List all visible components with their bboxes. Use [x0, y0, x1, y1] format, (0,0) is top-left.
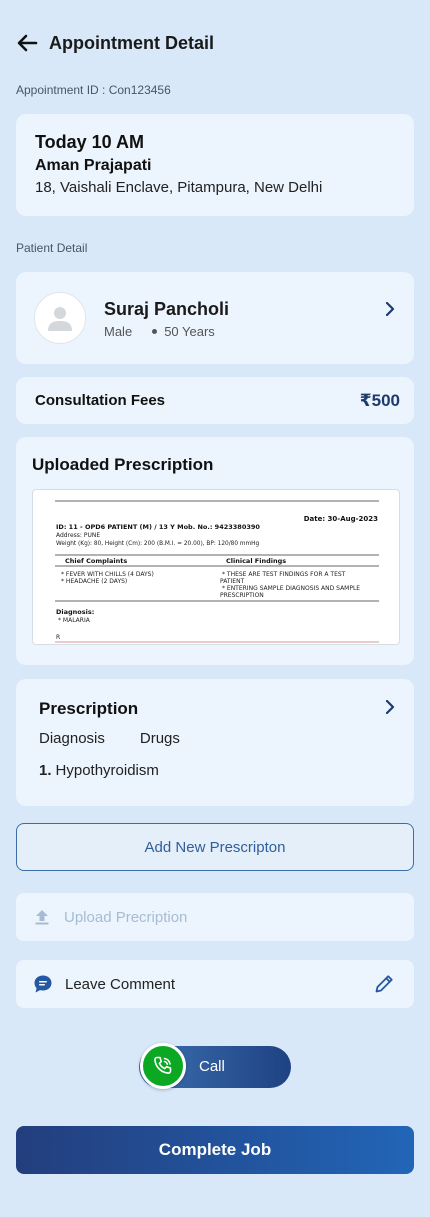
doc-vitals: Weight (Kg): 80, Height (Cm): 200 (B.M.I…: [56, 541, 260, 547]
doc-rx: R: [56, 634, 60, 641]
doc-col-left: Chief Complaints: [65, 557, 127, 565]
phone-icon[interactable]: [140, 1043, 186, 1089]
separator-dot: [152, 329, 158, 334]
upload-prescription-label: Upload Precription: [64, 908, 188, 926]
appointment-name: Aman Prajapati: [35, 157, 152, 174]
arrow-left-icon[interactable]: [16, 32, 38, 54]
patient-name: Suraj Pancholi: [104, 299, 230, 319]
uploaded-prescription-title: Uploaded Prescription: [32, 455, 214, 474]
prescription-columns: Diagnosis Drugs: [39, 730, 180, 747]
doc-diagnosis: * MALARIA: [58, 617, 91, 624]
appointment-time: Today 10 AM: [35, 132, 145, 152]
doc-diagnosis-label: Diagnosis:: [56, 608, 94, 616]
fees-value: ₹500: [359, 390, 400, 410]
list-item-number: 1.: [39, 762, 52, 779]
complete-job-button[interactable]: Complete Job: [16, 1126, 414, 1174]
comment-icon: [33, 974, 53, 994]
doc-address: Address: PUNE: [56, 532, 100, 539]
leave-comment-field[interactable]: Leave Comment: [16, 960, 414, 1008]
patient-meta: Male 50 Years: [104, 324, 215, 339]
complete-job-label: Complete Job: [158, 1140, 272, 1159]
diagnosis-column: Diagnosis: [39, 730, 105, 747]
prescription-card[interactable]: Prescription Diagnosis Drugs 1. Hypothyro…: [16, 679, 414, 806]
doc-col-right: Clinical Findings: [226, 557, 286, 565]
add-new-prescription-button[interactable]: Add New Prescripton: [16, 823, 414, 871]
appointment-address: 18, Vaishali Enclave, Pitampura, New Del…: [35, 179, 323, 196]
header: Appointment Detail: [16, 30, 214, 56]
patient-detail-label: Patient Detail: [16, 241, 88, 255]
pencil-icon[interactable]: [374, 974, 394, 994]
avatar: [34, 292, 86, 344]
chevron-right-icon[interactable]: [384, 301, 396, 317]
appointment-card: Today 10 AM Aman Prajapati 18, Vaishali …: [16, 114, 414, 216]
patient-age: 50 Years: [164, 324, 215, 339]
doc-finding-2b: PRESCRIPTION: [220, 592, 264, 599]
page-title: Appointment Detail: [49, 32, 214, 53]
chevron-right-icon[interactable]: [384, 699, 396, 715]
upload-icon: [34, 909, 50, 925]
leave-comment-label: Leave Comment: [65, 975, 176, 993]
appointment-id: Appointment ID : Con123456: [16, 83, 171, 97]
doc-finding-1b: PATIENT: [220, 578, 245, 585]
consultation-fees-card: Consultation Fees ₹500: [16, 377, 414, 424]
patient-gender: Male: [104, 324, 133, 339]
upload-prescription-button[interactable]: Upload Precription: [16, 893, 414, 941]
list-item: 1. Hypothyroidism: [39, 762, 159, 779]
user-icon: [48, 307, 72, 331]
patient-card[interactable]: Suraj Pancholi Male 50 Years: [16, 272, 414, 364]
doc-finding-2: * ENTERING SAMPLE DIAGNOSIS AND SAMPLE: [222, 585, 360, 592]
doc-id-line: ID: 11 - OPD6 PATIENT (M) / 13 Y Mob. No…: [56, 523, 260, 531]
uploaded-prescription-card: Uploaded Prescription Date: 30-Aug-2023 …: [16, 437, 414, 665]
drugs-column: Drugs: [139, 730, 180, 747]
list-item-text: Hypothyroidism: [55, 762, 159, 779]
prescription-title: Prescription: [39, 699, 139, 718]
add-new-prescription-label: Add New Prescripton: [144, 838, 286, 856]
call-label: Call: [199, 1058, 225, 1075]
fees-label: Consultation Fees: [35, 392, 166, 409]
doc-complaint-1: * FEVER WITH CHILLS (4 DAYS): [61, 571, 154, 578]
doc-date: Date: 30-Aug-2023: [304, 515, 378, 523]
doc-complaint-2: * HEADACHE (2 DAYS): [61, 578, 127, 585]
doc-finding-1: * THESE ARE TEST FINDINGS FOR A TEST: [222, 571, 346, 578]
prescription-image[interactable]: Date: 30-Aug-2023 ID: 11 - OPD6 PATIENT …: [32, 489, 400, 645]
